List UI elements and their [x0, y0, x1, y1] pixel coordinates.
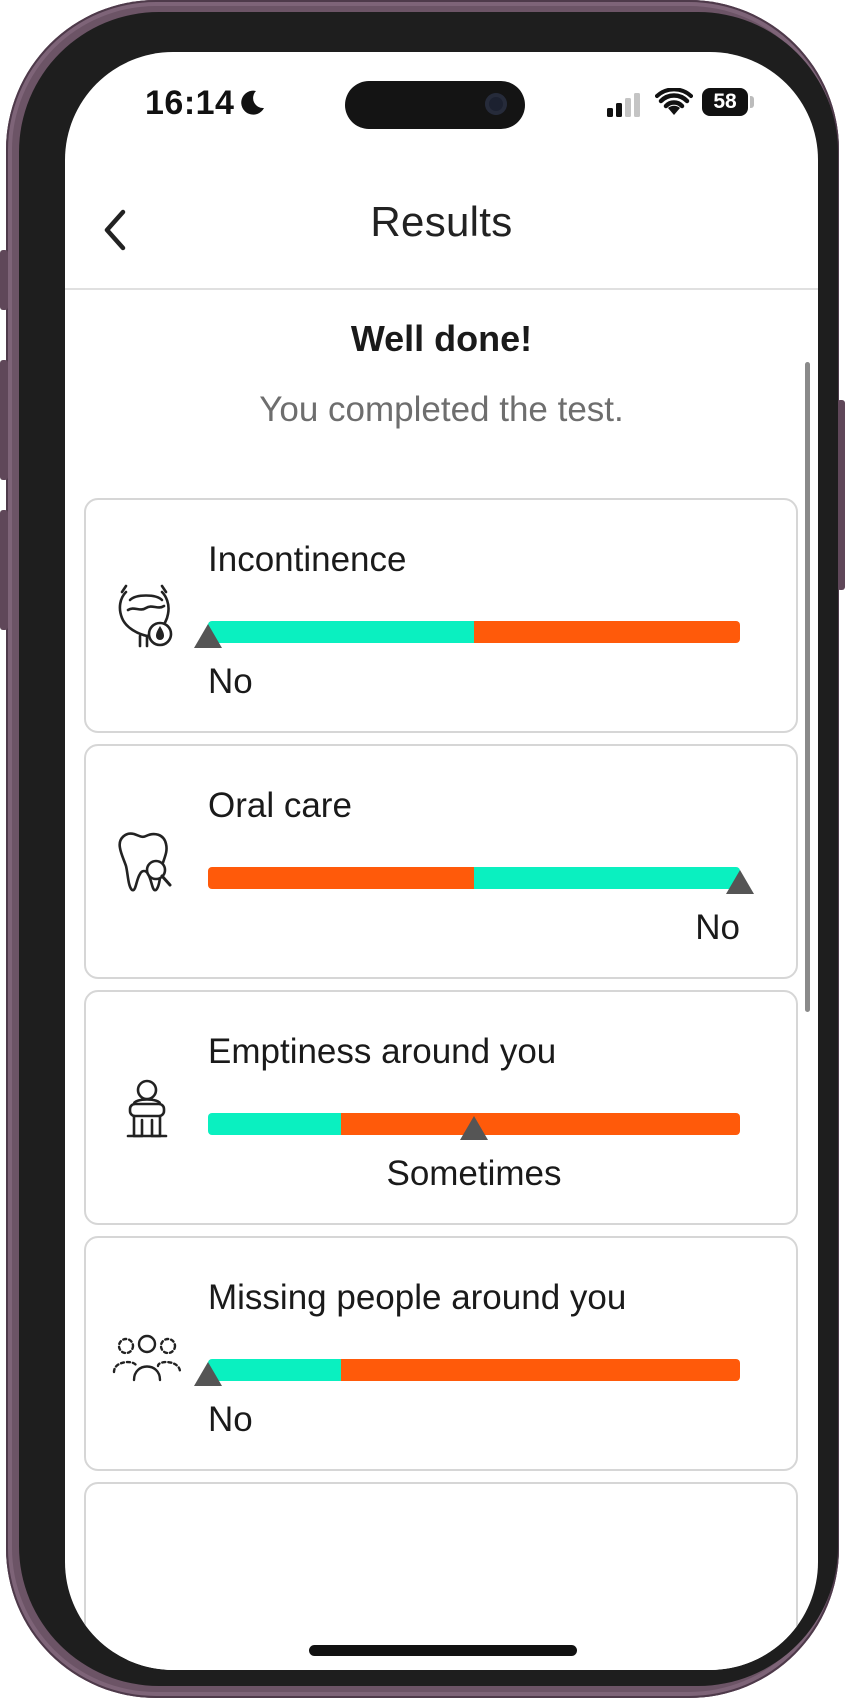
power-button: [837, 400, 845, 590]
results-scroll-area[interactable]: Well done! You completed the test. Incon…: [65, 292, 818, 1670]
action-button: [0, 250, 8, 310]
tooth-search-icon: [118, 832, 172, 892]
result-title: Oral care: [208, 786, 352, 825]
result-title: Missing people around you: [208, 1278, 627, 1317]
result-bar-segment-bad: [341, 1359, 740, 1381]
result-card-incontinence[interactable]: Incontinence No: [84, 498, 798, 733]
result-bar-segment-bad: [474, 621, 740, 643]
page-title: Results: [370, 198, 513, 245]
status-time: 16:14: [145, 84, 235, 122]
result-marker: [194, 1362, 222, 1386]
result-card-oral-care[interactable]: Oral care No: [84, 744, 798, 979]
result-answer: No: [695, 908, 740, 947]
summary-heading: Well done!: [350, 318, 533, 359]
result-answer: Sometimes: [386, 1154, 562, 1193]
result-card-next[interactable]: [84, 1482, 798, 1670]
wifi-icon: [655, 88, 693, 115]
volume-down-button: [0, 510, 8, 630]
moon-icon: [241, 90, 264, 115]
result-bar: [208, 867, 740, 889]
phone-frame: 16:14 58 Results Well done! You complete…: [0, 0, 845, 1698]
home-indicator[interactable]: [309, 1645, 577, 1656]
result-card-emptiness[interactable]: Emptiness around you Sometimes: [84, 990, 798, 1225]
lonely-person-icon: [126, 1079, 168, 1138]
result-bar-segment-good: [208, 1359, 341, 1381]
result-bar-segment-bad: [341, 1113, 740, 1135]
result-marker: [726, 870, 754, 894]
battery-icon: 58: [702, 88, 748, 116]
scrollbar[interactable]: [805, 362, 810, 1012]
result-title: Emptiness around you: [208, 1032, 557, 1071]
result-answer: No: [208, 662, 253, 701]
battery-tip: [750, 96, 754, 108]
signal-icon: [607, 93, 640, 117]
bezel: 16:14 58 Results Well done! You complete…: [19, 12, 838, 1686]
dynamic-island: [345, 81, 525, 129]
screen: 16:14 58 Results Well done! You complete…: [65, 52, 818, 1670]
result-marker: [194, 624, 222, 648]
result-bar-segment-good: [474, 867, 740, 889]
summary-subtitle: You completed the test.: [259, 390, 624, 429]
result-bar-segment-bad: [208, 867, 474, 889]
camera-icon: [485, 93, 507, 115]
result-marker: [460, 1116, 488, 1140]
result-bar: [208, 1359, 740, 1381]
volume-up-button: [0, 360, 8, 480]
result-bar: [208, 621, 740, 643]
result-bar-segment-good: [208, 1113, 341, 1135]
result-title: Incontinence: [208, 540, 407, 579]
result-card-missing-people[interactable]: Missing people around you No: [84, 1236, 798, 1471]
result-bar-segment-good: [208, 621, 474, 643]
bladder-drop-icon: [118, 584, 173, 648]
missing-people-icon: [112, 1334, 182, 1382]
result-answer: No: [208, 1400, 253, 1439]
nav-header: Results: [65, 172, 818, 290]
battery-level: 58: [713, 90, 737, 113]
